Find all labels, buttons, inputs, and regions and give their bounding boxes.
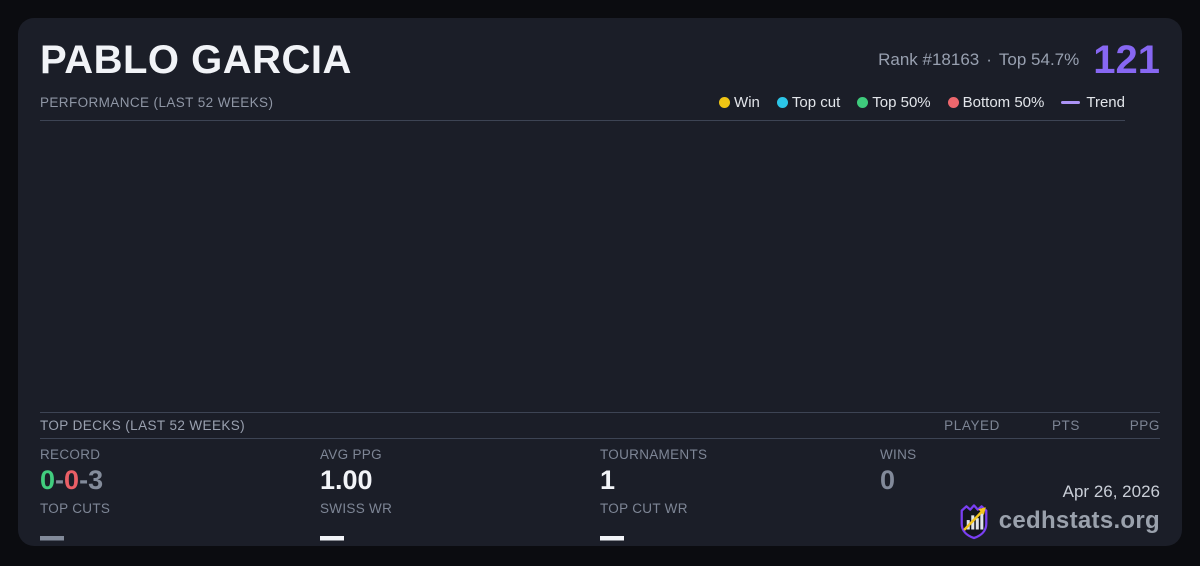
avg-ppg-value: 1.00: [320, 465, 600, 495]
record-draws: 3: [88, 465, 103, 495]
top-cut-dot-icon: [777, 97, 788, 108]
legend-item-trend: Trend: [1061, 94, 1125, 111]
record-wins: 0: [40, 465, 55, 495]
player-score: 121: [1093, 40, 1160, 80]
record-label: RECORD: [40, 448, 320, 462]
wins-label: WINS: [880, 448, 1160, 462]
legend-item-bottom-50: Bottom 50%: [948, 94, 1045, 111]
legend-item-win: Win: [719, 94, 760, 111]
trend-line-icon: [1061, 101, 1080, 104]
top-decks-title: TOP DECKS (LAST 52 WEEKS): [40, 418, 920, 433]
legend-label: Bottom 50%: [963, 94, 1045, 111]
player-stats-card: PABLO GARCIA Rank #18163 · Top 54.7% 121 P…: [18, 18, 1182, 546]
legend-label: Win: [734, 94, 760, 111]
player-name: PABLO GARCIA: [40, 40, 352, 80]
legend-item-top-50: Top 50%: [857, 94, 930, 111]
date-label: Apr 26, 2026: [957, 482, 1160, 502]
swiss-wr-label: SWISS WR: [320, 502, 600, 516]
performance-title: PERFORMANCE (LAST 52 WEEKS): [40, 95, 273, 110]
column-header-played: PLAYED: [920, 418, 1000, 433]
chart-legend: Win Top cut Top 50% Bottom 50% Trend: [719, 94, 1125, 111]
stat-column-record: RECORD 0-0-3 TOP CUTS —: [40, 448, 320, 556]
header-right: Rank #18163 · Top 54.7% 121: [878, 40, 1160, 80]
stat-column-avg-ppg: AVG PPG 1.00 SWISS WR —: [320, 448, 600, 556]
top-cut-wr-value: —: [600, 509, 624, 566]
legend-label: Top cut: [792, 94, 840, 111]
brand-link[interactable]: cedhstats.org: [957, 502, 1160, 540]
card-footer: Apr 26, 2026 cedhstats.org: [957, 482, 1160, 540]
legend-item-top-cut: Top cut: [777, 94, 840, 111]
top-percent-label: Top 54.7%: [999, 50, 1079, 69]
record-separator: -: [79, 465, 88, 495]
record-separator: -: [55, 465, 64, 495]
rank-label: Rank #18163: [878, 50, 979, 69]
top-decks-header: TOP DECKS (LAST 52 WEEKS) PLAYED PTS PPG: [40, 412, 1160, 439]
top-50-dot-icon: [857, 97, 868, 108]
cedhstats-logo-icon: [957, 502, 991, 540]
top-cuts-value: —: [40, 509, 64, 566]
bottom-50-dot-icon: [948, 97, 959, 108]
card-header: PABLO GARCIA Rank #18163 · Top 54.7% 121: [40, 18, 1160, 88]
brand-name: cedhstats.org: [999, 507, 1160, 535]
rank-separator: ·: [986, 50, 992, 69]
avg-ppg-label: AVG PPG: [320, 448, 600, 462]
legend-label: Top 50%: [872, 94, 930, 111]
tournaments-label: TOURNAMENTS: [600, 448, 880, 462]
win-dot-icon: [719, 97, 730, 108]
swiss-wr-value: —: [320, 509, 344, 566]
column-header-pts: PTS: [1000, 418, 1080, 433]
stat-column-tournaments: TOURNAMENTS 1 TOP CUT WR —: [600, 448, 880, 556]
performance-section-header: PERFORMANCE (LAST 52 WEEKS) Win Top cut …: [40, 88, 1125, 121]
legend-label: Trend: [1086, 94, 1125, 111]
column-header-ppg: PPG: [1080, 418, 1160, 433]
page-background: { "player": { "name": "PABLO GARCIA", "r…: [0, 0, 1200, 564]
top-cut-wr-label: TOP CUT WR: [600, 502, 880, 516]
top-cuts-label: TOP CUTS: [40, 502, 320, 516]
record-losses: 0: [64, 465, 79, 495]
record-value: 0-0-3: [40, 465, 320, 495]
performance-chart: [40, 121, 1160, 412]
player-rank: Rank #18163 · Top 54.7%: [878, 50, 1079, 70]
tournaments-value: 1: [600, 465, 880, 495]
